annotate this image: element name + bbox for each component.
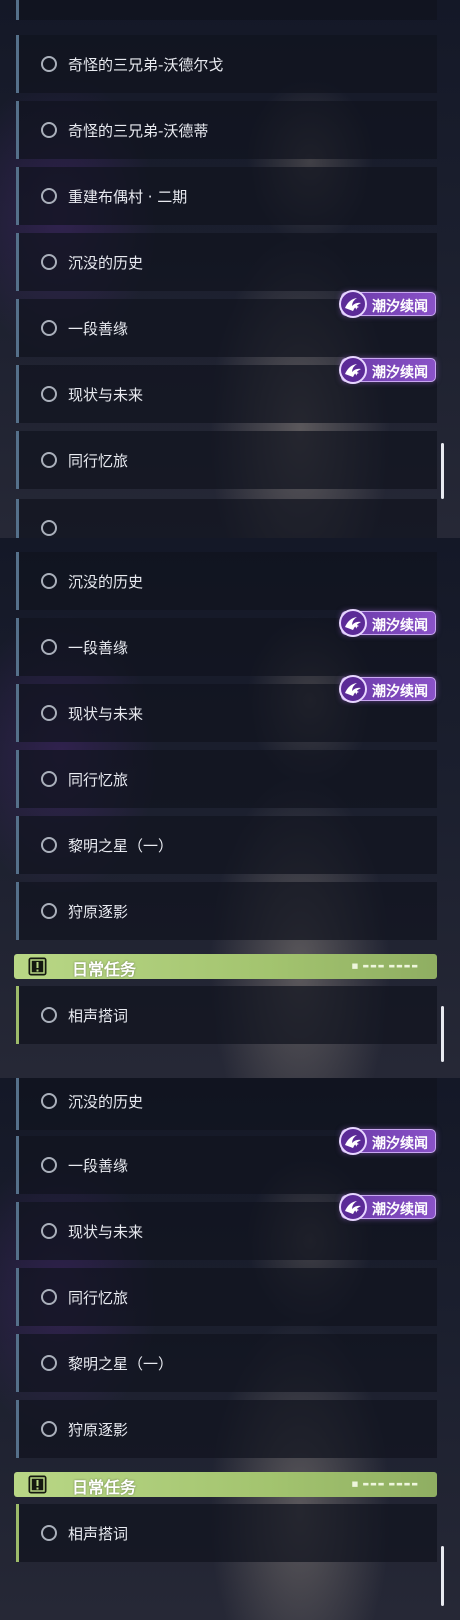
wave-star-icon: [339, 609, 367, 637]
status-circle-icon: [41, 1093, 57, 1109]
wave-star-icon: [339, 1193, 367, 1221]
section-title: 日常任务: [72, 1478, 137, 1497]
quest-title: 沉没的历史: [68, 1093, 144, 1111]
tide-story-tag: 潮汐续闻: [339, 675, 436, 703]
scrollbar-thumb[interactable]: [441, 443, 444, 499]
quest-title: 相声搭词: [68, 1007, 129, 1025]
tide-story-tag: 潮汐续闻: [339, 609, 436, 637]
status-circle-icon: [41, 56, 57, 72]
tag-label: 潮汐续闻: [372, 365, 428, 381]
decorative-stripe: ■ ▬▬▬ ▬▬▬▬: [351, 962, 419, 970]
status-circle-icon: [41, 573, 57, 589]
quest-title: 黎明之星（一）: [68, 1355, 174, 1373]
wave-star-icon: [339, 1127, 367, 1155]
quest-row[interactable]: 奇怪的三兄弟-沃德蒂: [16, 101, 437, 159]
quest-row[interactable]: 沉没的历史: [16, 233, 437, 291]
quest-title: 现状与未来: [68, 1223, 144, 1241]
quest-title: 同行忆旅: [68, 771, 129, 789]
exclamation-icon: [28, 1475, 47, 1494]
status-circle-icon: [41, 122, 57, 138]
scrollbar-thumb[interactable]: [441, 1546, 444, 1606]
quest-title: 奇怪的三兄弟-沃德蒂: [68, 122, 209, 140]
quest-list-screenshot-3: 沉没的历史 一段善缘 现状与未来 同行忆旅 黎明之星（一） 狩原逐影 日常任务 …: [0, 1078, 460, 1620]
daily-tasks-header: 日常任务 ■ ▬▬▬ ▬▬▬▬: [14, 954, 437, 979]
status-circle-icon: [41, 1289, 57, 1305]
quest-row[interactable]: 黎明之星（一）: [16, 816, 437, 874]
tag-label: 潮汐续闻: [372, 684, 428, 700]
tag-label: 潮汐续闻: [372, 618, 428, 634]
quest-list-screenshot-2: 沉没的历史 一段善缘 现状与未来 同行忆旅 黎明之星（一） 狩原逐影 日常任务 …: [0, 538, 460, 1078]
quest-title: 一段善缘: [68, 1157, 129, 1175]
quest-row[interactable]: 狩原逐影: [16, 1400, 437, 1458]
quest-title: 重建布偶村 · 二期: [68, 188, 188, 206]
wave-star-icon: [339, 356, 367, 384]
tide-story-tag: 潮汐续闻: [339, 1193, 436, 1221]
status-circle-icon: [41, 452, 57, 468]
status-circle-icon: [41, 320, 57, 336]
quest-title: 同行忆旅: [68, 452, 129, 470]
quest-row-partial[interactable]: [16, 0, 437, 20]
status-circle-icon: [41, 1007, 57, 1023]
quest-title: 黎明之星（一）: [68, 837, 174, 855]
status-circle-icon: [41, 386, 57, 402]
quest-title: 现状与未来: [68, 705, 144, 723]
status-circle-icon: [41, 639, 57, 655]
tag-label: 潮汐续闻: [372, 1202, 428, 1218]
status-circle-icon: [41, 705, 57, 721]
quest-row[interactable]: 重建布偶村 · 二期: [16, 167, 437, 225]
daily-tasks-header: 日常任务 ■ ▬▬▬ ▬▬▬▬: [14, 1472, 437, 1497]
quest-title: 同行忆旅: [68, 1289, 129, 1307]
quest-title: 沉没的历史: [68, 254, 144, 272]
quest-title: 奇怪的三兄弟-沃德尔戈: [68, 56, 224, 74]
status-circle-icon: [41, 520, 57, 536]
status-circle-icon: [41, 1421, 57, 1437]
quest-row-partial[interactable]: [16, 499, 437, 538]
quest-row[interactable]: 沉没的历史: [16, 552, 437, 610]
tag-label: 潮汐续闻: [372, 1136, 428, 1152]
quest-row[interactable]: 同行忆旅: [16, 1268, 437, 1326]
quest-title: 沉没的历史: [68, 573, 144, 591]
status-circle-icon: [41, 837, 57, 853]
quest-title: 一段善缘: [68, 639, 129, 657]
quest-row[interactable]: 黎明之星（一）: [16, 1334, 437, 1392]
quest-list-screenshot-1: 奇怪的三兄弟-沃德尔戈 奇怪的三兄弟-沃德蒂 重建布偶村 · 二期 沉没的历史 …: [0, 0, 460, 538]
quest-row[interactable]: 同行忆旅: [16, 750, 437, 808]
status-circle-icon: [41, 1355, 57, 1371]
decorative-stripe: ■ ▬▬▬ ▬▬▬▬: [351, 1480, 419, 1488]
quest-row[interactable]: 同行忆旅: [16, 431, 437, 489]
status-circle-icon: [41, 1223, 57, 1239]
quest-row[interactable]: 狩原逐影: [16, 882, 437, 940]
daily-task-row[interactable]: 相声搭词: [16, 986, 437, 1044]
quest-title: 狩原逐影: [68, 1421, 129, 1439]
wave-star-icon: [339, 290, 367, 318]
quest-title: 狩原逐影: [68, 903, 129, 921]
status-circle-icon: [41, 903, 57, 919]
status-circle-icon: [41, 771, 57, 787]
status-circle-icon: [41, 1525, 57, 1541]
scrollbar-thumb[interactable]: [441, 1006, 444, 1062]
tide-story-tag: 潮汐续闻: [339, 290, 436, 318]
quest-title: 相声搭词: [68, 1525, 129, 1543]
wave-star-icon: [339, 675, 367, 703]
status-circle-icon: [41, 188, 57, 204]
tag-label: 潮汐续闻: [372, 299, 428, 315]
quest-row[interactable]: 沉没的历史: [16, 1078, 437, 1130]
section-title: 日常任务: [72, 960, 137, 979]
status-circle-icon: [41, 1157, 57, 1173]
status-circle-icon: [41, 254, 57, 270]
quest-title: 现状与未来: [68, 386, 144, 404]
quest-row[interactable]: 奇怪的三兄弟-沃德尔戈: [16, 35, 437, 93]
daily-task-row[interactable]: 相声搭词: [16, 1504, 437, 1562]
quest-title: 一段善缘: [68, 320, 129, 338]
exclamation-icon: [28, 957, 47, 976]
tide-story-tag: 潮汐续闻: [339, 1127, 436, 1155]
tide-story-tag: 潮汐续闻: [339, 356, 436, 384]
